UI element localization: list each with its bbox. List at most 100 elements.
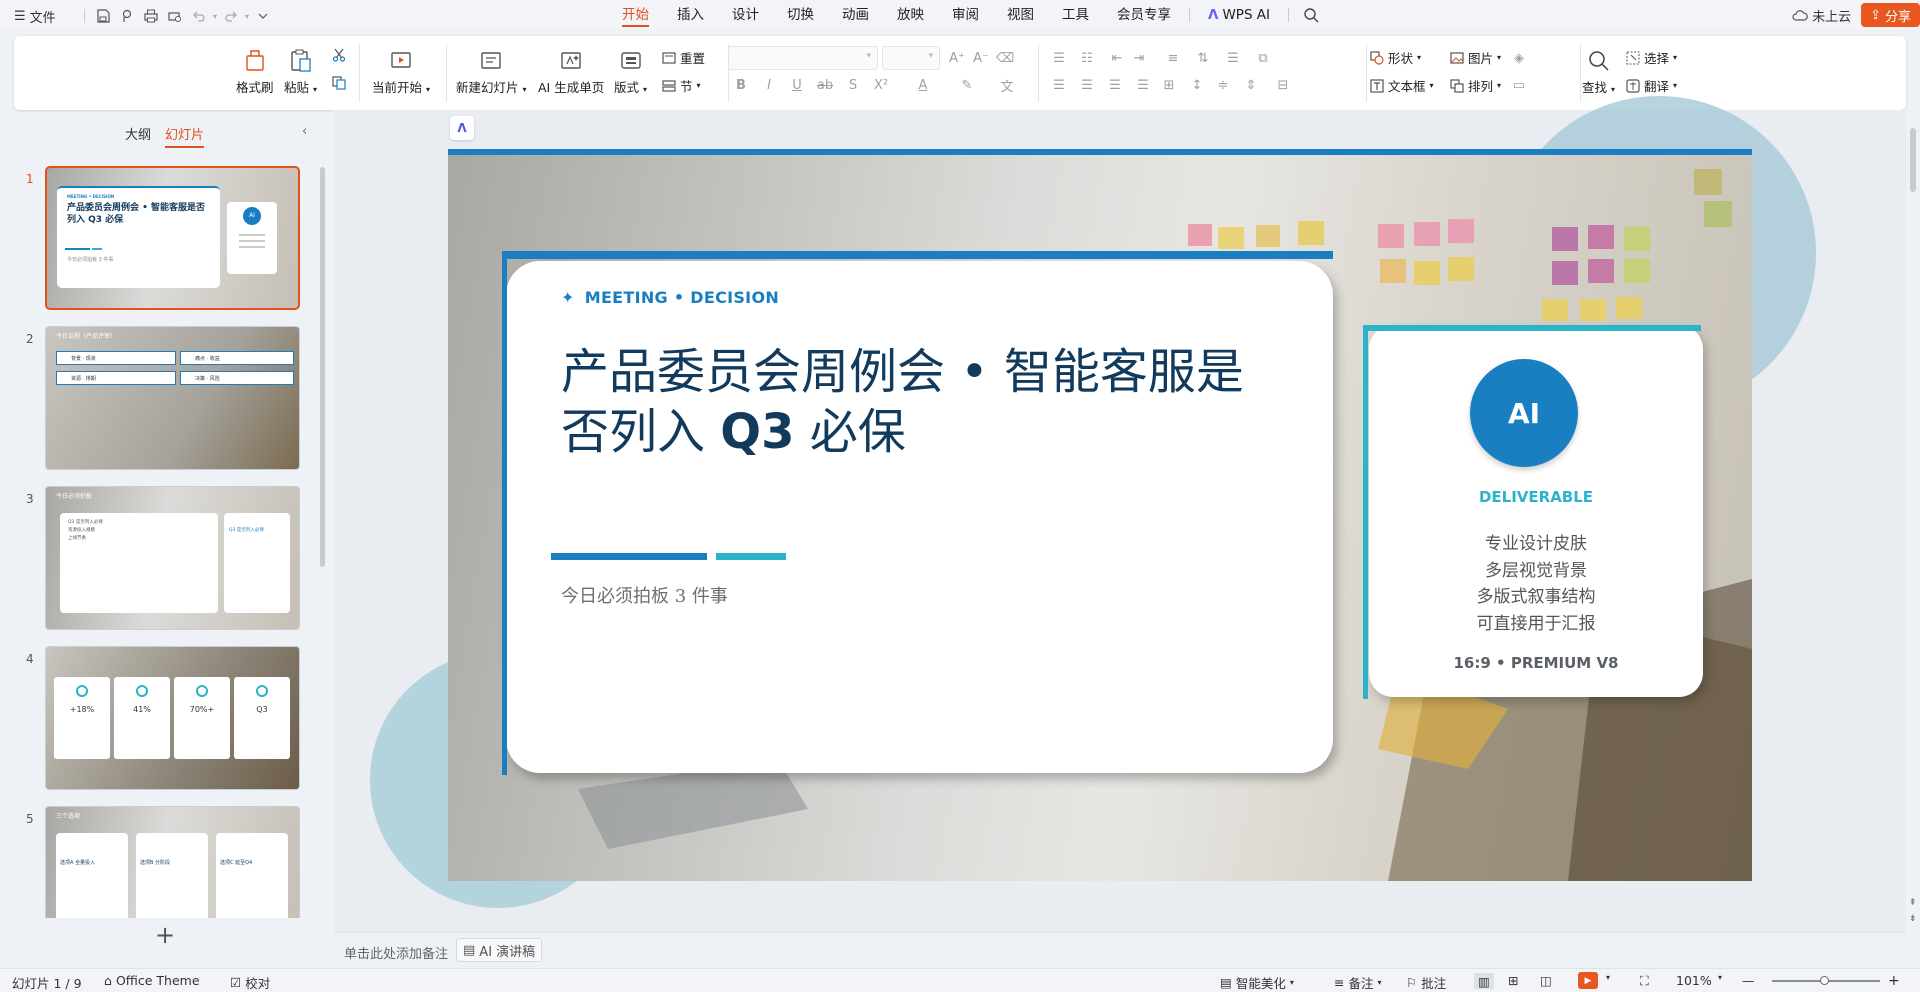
convert-smartart-icon[interactable]: ⧉: [1254, 49, 1272, 67]
line-spacing-icon[interactable]: ↕: [1188, 76, 1206, 94]
theme-indicator[interactable]: ⌂ Office Theme: [104, 973, 200, 988]
clear-format-icon[interactable]: ⌫: [996, 49, 1014, 67]
cloud-status[interactable]: 未上云: [1792, 6, 1851, 25]
picture-button[interactable]: 图片 ▾: [1450, 48, 1501, 67]
italic-icon[interactable]: I: [760, 76, 778, 94]
tab-insert[interactable]: 插入: [663, 0, 718, 30]
print-preview-icon[interactable]: [165, 6, 185, 26]
next-slide-icon[interactable]: ⇟: [1909, 914, 1917, 924]
tab-wps-ai[interactable]: ᐱ WPS AI: [1194, 0, 1284, 30]
zoom-out-icon[interactable]: —: [1742, 973, 1755, 988]
vertical-align-icon[interactable]: ⇕: [1242, 76, 1260, 94]
sort-icon[interactable]: ⇅: [1194, 49, 1212, 67]
numbering-icon[interactable]: ☷: [1078, 49, 1096, 67]
notes-toggle[interactable]: ≡ 备注 ▾: [1334, 973, 1382, 992]
tab-review[interactable]: 审阅: [938, 0, 993, 30]
distribute-icon[interactable]: ⊞: [1160, 76, 1178, 94]
comments-toggle[interactable]: ⚐ 批注: [1406, 973, 1446, 992]
cut-icon[interactable]: [330, 46, 348, 64]
ai-speech-button[interactable]: ▤ AI 演讲稿: [456, 938, 543, 962]
paste-button[interactable]: 粘贴 ▾: [284, 42, 317, 96]
search-icon[interactable]: [1301, 5, 1321, 25]
slide-thumbnail-3[interactable]: 今日必须拍板 Q3 是否列入必保 资源投入规模 上线节奏 Q3 是否列入必保: [45, 486, 300, 630]
thumbnail-scrollbar[interactable]: [320, 167, 325, 567]
textbox-button[interactable]: 文本框 ▾: [1370, 76, 1434, 95]
columns-icon[interactable]: ☰: [1224, 49, 1242, 67]
share-button[interactable]: ⇪ 分享: [1861, 3, 1920, 27]
redo-icon[interactable]: [221, 6, 241, 26]
align-left-icon[interactable]: ☰: [1050, 76, 1068, 94]
proofing-button[interactable]: ☑ 校对: [230, 973, 270, 992]
tab-design[interactable]: 设计: [718, 0, 773, 30]
slide-thumbnail-5[interactable]: 三个选项 选项A 全量投入 选项B 分阶段 选项C 延至Q4: [45, 806, 300, 918]
title-card[interactable]: [506, 261, 1333, 773]
tab-animations[interactable]: 动画: [828, 0, 883, 30]
tab-outline[interactable]: 大纲: [125, 124, 151, 143]
format-painter-button[interactable]: 格式刷: [236, 42, 274, 96]
undo-icon[interactable]: [189, 6, 209, 26]
ai-generate-page-button[interactable]: AI 生成单页: [538, 42, 604, 96]
slide-thumbnail-4[interactable]: +18% 41% 70%+ Q3: [45, 646, 300, 790]
text-box-align-icon[interactable]: ⊟: [1274, 76, 1292, 94]
tab-slides[interactable]: 幻灯片: [165, 124, 205, 148]
shape-fill-icon[interactable]: ◈: [1510, 49, 1528, 67]
font-family-select[interactable]: ▾: [728, 46, 878, 70]
section-button[interactable]: 节 ▾: [662, 76, 701, 95]
font-size-select[interactable]: ▾: [882, 46, 940, 70]
strikethrough-icon[interactable]: ab: [816, 76, 834, 94]
zoom-in-icon[interactable]: +: [1888, 973, 1900, 989]
text-direction-icon[interactable]: ≡: [1164, 49, 1182, 67]
bold-icon[interactable]: B: [732, 76, 750, 94]
wps-ai-float-icon[interactable]: ᐱ: [450, 116, 474, 140]
zoom-slider-thumb[interactable]: [1820, 976, 1829, 985]
fit-window-icon[interactable]: ⛶: [1640, 973, 1649, 989]
increase-indent-icon[interactable]: ⇥: [1130, 49, 1148, 67]
tab-tools[interactable]: 工具: [1048, 0, 1103, 30]
play-slideshow-button[interactable]: ▶: [1578, 972, 1598, 989]
tab-view[interactable]: 视图: [993, 0, 1048, 30]
translate-button[interactable]: 翻译 ▾: [1626, 76, 1677, 95]
slide-sorter-icon[interactable]: ⊞: [1508, 973, 1518, 988]
superscript-icon[interactable]: X²: [872, 76, 890, 94]
zoom-dropdown-icon[interactable]: ▾: [1718, 973, 1722, 982]
slide-thumbnail-1[interactable]: MEETING • DECISION 产品委员会周例会 • 智能客服是否列入 Q…: [45, 166, 300, 310]
customize-dropdown-icon[interactable]: [253, 6, 273, 26]
align-center-icon[interactable]: ☰: [1078, 76, 1096, 94]
add-slide-icon[interactable]: +: [155, 921, 175, 949]
decrease-font-icon[interactable]: A⁻: [972, 49, 990, 67]
notes-placeholder[interactable]: 单击此处添加备注: [344, 943, 448, 962]
tab-home[interactable]: 开始: [608, 0, 663, 30]
decrease-indent-icon[interactable]: ⇤: [1108, 49, 1126, 67]
current-slide[interactable]: ✦ MEETING • DECISION 产品委员会周例会 • 智能客服是 否列…: [448, 149, 1752, 881]
shape-outline-icon[interactable]: ▭: [1510, 76, 1528, 94]
scroll-thumb[interactable]: [1910, 128, 1916, 192]
prev-slide-icon[interactable]: ⇞: [1909, 898, 1917, 908]
file-menu[interactable]: ☰ 文件: [14, 7, 56, 26]
collapse-pane-icon[interactable]: ‹: [302, 124, 307, 139]
justify-icon[interactable]: ☰: [1134, 76, 1152, 94]
save-icon[interactable]: [93, 6, 113, 26]
slide-thumbnail-2[interactable]: 今日议程（产品评审） 背景 · 现状 痛点 · 收益 资源 · 排期 决策 · …: [45, 326, 300, 470]
highlight-icon[interactable]: ✎: [958, 76, 976, 94]
slideshow-dropdown-icon[interactable]: ▾: [1606, 973, 1610, 982]
shadow-text-icon[interactable]: S: [844, 76, 862, 94]
copy-icon[interactable]: [330, 74, 348, 92]
reading-view-icon[interactable]: ◫: [1540, 973, 1552, 988]
shape-button[interactable]: 形状 ▾: [1370, 48, 1421, 67]
smart-beautify-button[interactable]: ▤ 智能美化 ▾: [1220, 973, 1294, 992]
canvas-vertical-scrollbar[interactable]: ⇞ ⇟: [1906, 110, 1920, 932]
find-button[interactable]: 查找 ▾: [1582, 42, 1615, 96]
arrange-button[interactable]: 排列 ▾: [1450, 76, 1501, 95]
align-right-icon[interactable]: ☰: [1106, 76, 1124, 94]
select-button[interactable]: 选择 ▾: [1626, 48, 1677, 67]
new-slide-button[interactable]: 新建幻灯片 ▾: [456, 42, 527, 96]
paragraph-spacing-icon[interactable]: ≑: [1214, 76, 1232, 94]
tab-member[interactable]: 会员专享: [1103, 0, 1185, 30]
char-spacing-icon[interactable]: 文: [998, 76, 1016, 95]
increase-font-icon[interactable]: A⁺: [948, 49, 966, 67]
tab-transitions[interactable]: 切换: [773, 0, 828, 30]
bullets-icon[interactable]: ☰: [1050, 49, 1068, 67]
output-pdf-icon[interactable]: [117, 6, 137, 26]
reset-button[interactable]: 重置: [662, 48, 705, 67]
layout-button[interactable]: 版式 ▾: [614, 42, 647, 96]
